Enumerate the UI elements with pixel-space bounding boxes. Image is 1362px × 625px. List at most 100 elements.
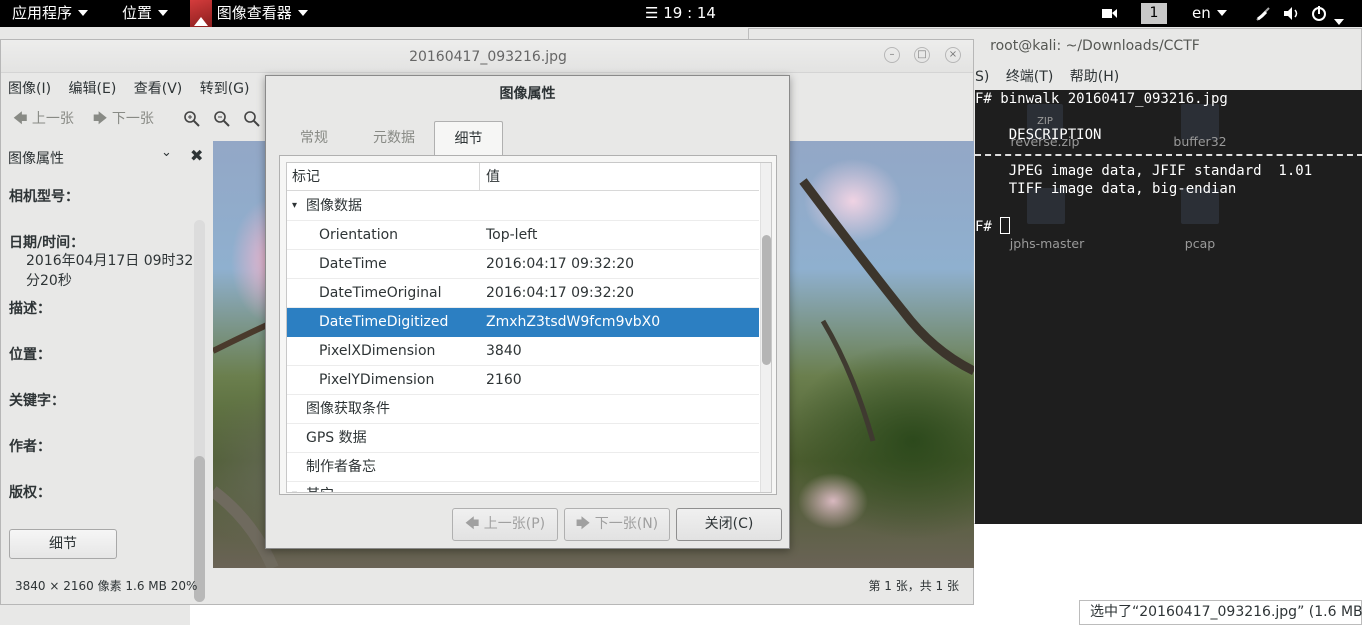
sidebar-dropdown-icon[interactable]: ⌄ (161, 145, 172, 160)
power-menu[interactable] (1310, 0, 1344, 27)
chevron-down-icon (297, 9, 308, 16)
row-value: 3840 (486, 343, 522, 359)
terminal-menu-help[interactable]: 帮助(H) (1070, 69, 1119, 85)
next-button[interactable]: 🡆 下一张(N) (564, 508, 670, 541)
table-row-selected[interactable]: DateTimeDigitized ZmxhZ3tsdW9fcm9vbX0 (287, 308, 759, 337)
row-tag: Orientation (319, 227, 399, 243)
dialog-title: 图像属性 (499, 86, 556, 102)
places-menu[interactable]: 位置 (122, 0, 169, 27)
terminal-line: DESCRIPTION (975, 127, 1102, 143)
group-label: 图像数据 (306, 198, 362, 214)
metadata-tree[interactable]: 标记 值 ▾ 图像数据 Orientation Top-left DateTim… (286, 162, 772, 493)
volume-icon[interactable] (1282, 0, 1302, 27)
image-properties-dialog[interactable]: 图像属性 常规 元数据 细节 标记 值 ▾ 图像数据 Orientation T… (265, 75, 790, 549)
datetime-value-cont: 分20秒 (26, 273, 72, 289)
clock[interactable]: ☰ 19 : 14 (645, 0, 716, 27)
tab-details[interactable]: 细节 (434, 121, 503, 156)
close-button[interactable]: 关闭(C) (676, 508, 782, 541)
column-separator[interactable] (479, 163, 480, 191)
tab-metadata[interactable]: 元数据 (354, 121, 434, 156)
row-value: Top-left (486, 227, 538, 243)
details-button[interactable]: 细节 (9, 529, 117, 559)
table-row[interactable]: PixelYDimension 2160 (287, 366, 759, 395)
viewer-window-title: 20160417_093216.jpg (409, 49, 567, 65)
power-icon (1312, 6, 1326, 21)
image-viewer-app-icon (190, 0, 212, 27)
close-window-button[interactable]: × (945, 47, 961, 63)
author-label: 作者： (9, 439, 51, 455)
desktop-file-label: buffer32 (1173, 134, 1227, 149)
language-selector[interactable]: en (1192, 0, 1227, 27)
zoom-in-icon[interactable] (183, 104, 201, 145)
terminal-line: F# binwalk 20160417_093216.jpg (975, 91, 1228, 107)
description-label: 描述： (9, 301, 51, 317)
sidebar-title: 图像属性 (8, 151, 64, 167)
sidebar-close-icon[interactable]: ✖ (190, 146, 203, 165)
expander-open-icon[interactable]: ▾ (292, 481, 297, 492)
column-header-value[interactable]: 值 (486, 163, 500, 191)
tree-group-image-data[interactable]: ▾ 图像数据 (287, 192, 759, 221)
desktop-file-label: jphs-master (1009, 236, 1085, 251)
location-label: 位置： (9, 347, 51, 363)
tree-group-maker-note[interactable]: 制作者备忘 (287, 453, 759, 482)
copyright-label: 版权： (9, 485, 51, 501)
datetime-value: 2016年04月17日 09时32 (26, 253, 194, 269)
tree-header: 标记 值 (287, 163, 759, 191)
chevron-down-icon (1334, 18, 1344, 25)
terminal-divider (975, 154, 1362, 156)
tree-scrollbar-thumb[interactable] (762, 235, 771, 365)
tree-group-capture[interactable]: 图像获取条件 (287, 395, 759, 424)
language-label: en (1192, 4, 1211, 22)
toolbar-prev-label: 上一张 (31, 111, 74, 127)
table-row[interactable]: DateTime 2016:04:17 09:32:20 (287, 250, 759, 279)
terminal-line: TIFF image data, big-endian (975, 181, 1237, 197)
camera-icon[interactable] (1100, 0, 1118, 27)
row-tag: PixelXDimension (319, 343, 436, 359)
group-label: 图像获取条件 (306, 401, 390, 417)
prev-button[interactable]: 🡄 上一张(P) (452, 508, 558, 541)
menu-view[interactable]: 查看(V) (134, 81, 183, 97)
workspace-indicator[interactable]: 1 (1141, 3, 1167, 24)
table-row[interactable]: Orientation Top-left (287, 221, 759, 250)
menu-go[interactable]: 转到(G) (200, 81, 250, 97)
arrow-left-icon: 🡄 (13, 111, 28, 127)
terminal-prompt-line[interactable]: F# (975, 217, 1011, 235)
table-row[interactable]: DateTimeOriginal 2016:04:17 09:32:20 (287, 279, 759, 308)
tree-group-other[interactable]: ▾ 其它 (287, 481, 759, 492)
menu-image[interactable]: 图像(I) (8, 81, 51, 97)
minimize-button[interactable]: – (884, 47, 900, 63)
active-app-label: 图像查看器 (216, 4, 292, 22)
menu-edit[interactable]: 编辑(E) (69, 81, 117, 97)
terminal-menubar: S) 终端(T) 帮助(H) (975, 65, 1131, 89)
group-label: 制作者备忘 (306, 459, 376, 475)
terminal-menu-terminal[interactable]: 终端(T) (1006, 69, 1053, 85)
row-tag: DateTimeDigitized (319, 314, 449, 330)
terminal-cursor (1000, 217, 1011, 234)
terminal-menu-partial[interactable]: S) (975, 69, 989, 85)
zoom-fit-icon[interactable] (243, 104, 261, 145)
toolbar-next-label: 下一张 (111, 111, 154, 127)
applications-menu[interactable]: 应用程序 (12, 0, 89, 27)
column-header-tag[interactable]: 标记 (292, 163, 320, 191)
row-value: 2160 (486, 372, 522, 388)
prev-button-label: 上一张(P) (483, 516, 546, 532)
arrow-right-icon: 🡆 (575, 516, 591, 532)
maximize-button[interactable]: □ (914, 47, 930, 63)
tab-general[interactable]: 常规 (279, 121, 349, 156)
network-off-icon[interactable] (1254, 0, 1272, 27)
next-button-label: 下一张(N) (594, 516, 659, 532)
active-app-menu[interactable]: 图像查看器 (190, 0, 308, 27)
places-menu-label: 位置 (122, 4, 153, 22)
properties-sidebar: 图像属性 ⌄ ✖ 相机型号： 日期/时间： 2016年04月17日 09时32 … (1, 140, 211, 602)
dialog-tabs: 常规 元数据 细节 (279, 121, 777, 156)
expander-open-icon[interactable]: ▾ (292, 192, 297, 220)
toolbar-prev-button[interactable]: 🡄 上一张 (13, 104, 74, 134)
zoom-out-icon[interactable] (213, 104, 231, 145)
arrow-left-icon: 🡄 (464, 516, 480, 532)
toolbar-next-button[interactable]: 🡆 下一张 (93, 104, 154, 134)
tree-group-gps[interactable]: GPS 数据 (287, 424, 759, 453)
table-row[interactable]: PixelXDimension 3840 (287, 337, 759, 366)
row-tag: PixelYDimension (319, 372, 435, 388)
terminal-output[interactable]: ZIP reverse.zip buffer32 jphs-master pca… (975, 90, 1362, 524)
group-label: 其它 (306, 481, 334, 492)
